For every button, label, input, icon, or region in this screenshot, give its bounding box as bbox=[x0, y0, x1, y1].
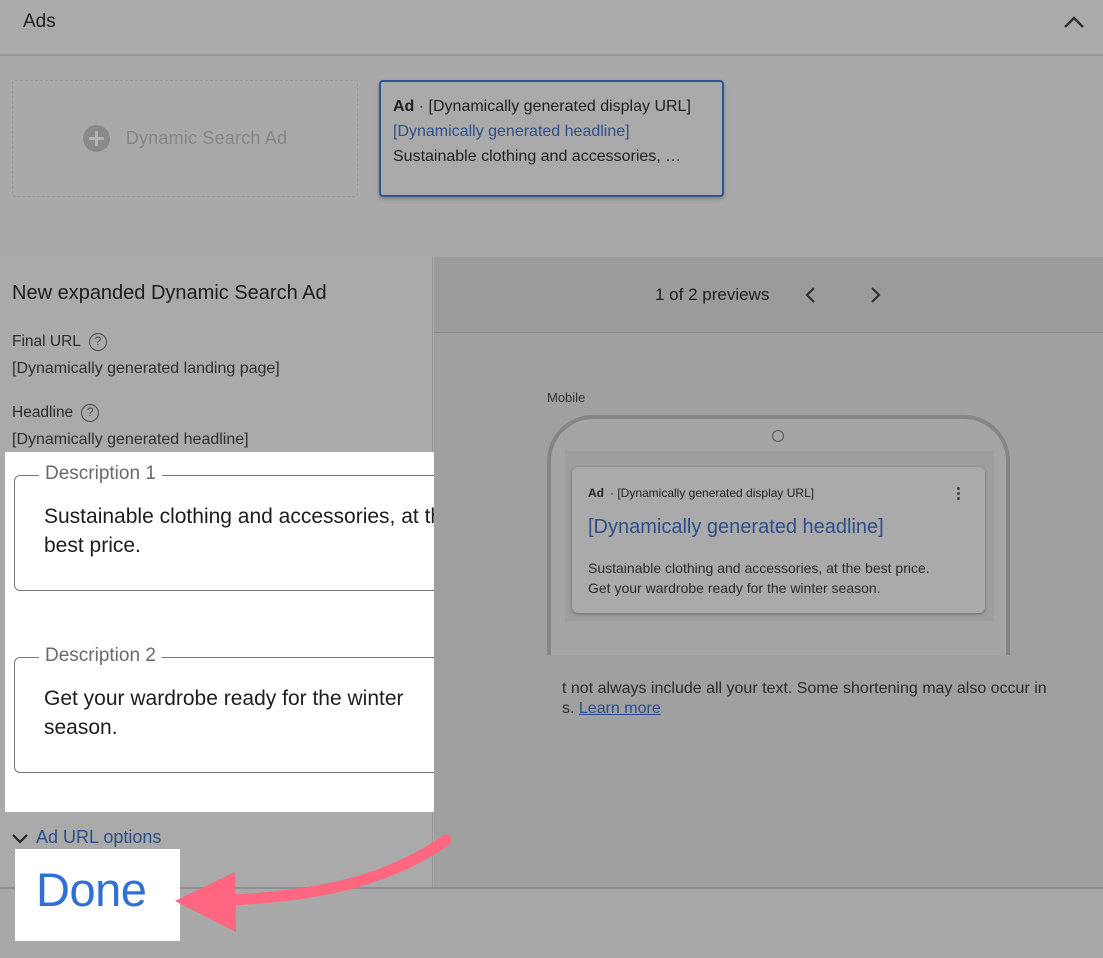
mobile-ad-badge: Ad bbox=[588, 486, 604, 500]
preview-notice: t not always include all your text. Some… bbox=[562, 679, 1047, 719]
ad-display-url: [Dynamically generated display URL] bbox=[428, 98, 691, 115]
editor-title: New expanded Dynamic Search Ad bbox=[12, 282, 327, 304]
ad-url-options-label: Ad URL options bbox=[36, 827, 162, 847]
help-icon[interactable]: ? bbox=[81, 404, 100, 422]
mobile-ad-preview: Ad · [Dynamically generated display URL] … bbox=[572, 467, 985, 613]
ads-section-header bbox=[0, 0, 1103, 56]
headline-label-row: Headline ? bbox=[12, 404, 100, 422]
section-title: Ads bbox=[23, 11, 56, 32]
device-label: Mobile bbox=[547, 390, 586, 405]
next-preview-button[interactable] bbox=[864, 284, 886, 306]
ad-card-url-line: Ad · [Dynamically generated display URL] bbox=[393, 94, 710, 119]
description-2-input[interactable]: Get your wardrobe ready for the winter s… bbox=[44, 684, 474, 742]
final-url-label: Final URL bbox=[12, 333, 81, 350]
description-2-label: Description 2 bbox=[39, 645, 162, 667]
mobile-ad-headline: [Dynamically generated headline] bbox=[588, 516, 884, 538]
mobile-ad-description-line-2: Get your wardrobe ready for the winter s… bbox=[588, 580, 881, 596]
final-url-label-row: Final URL ? bbox=[12, 333, 107, 351]
mobile-ad-description: Sustainable clothing and accessories, at… bbox=[588, 558, 930, 598]
description-1-input[interactable]: Sustainable clothing and accessories, at… bbox=[44, 502, 474, 560]
ad-card-description: Sustainable clothing and accessories, … bbox=[393, 148, 682, 165]
new-dynamic-search-ad-card[interactable]: Dynamic Search Ad bbox=[12, 80, 358, 197]
chevron-up-icon bbox=[1064, 16, 1084, 28]
mobile-ad-display-url: · [Dynamically generated display URL] bbox=[610, 486, 815, 500]
chevron-left-icon bbox=[805, 287, 815, 303]
chevron-right-icon bbox=[871, 287, 881, 303]
done-button[interactable]: Done bbox=[36, 862, 147, 917]
existing-ad-card[interactable]: Ad · [Dynamically generated display URL]… bbox=[379, 80, 724, 197]
add-circle-icon bbox=[82, 125, 110, 152]
notice-line-1: t not always include all your text. Some… bbox=[562, 680, 1047, 697]
ad-badge: Ad bbox=[393, 98, 415, 115]
ad-separator: · bbox=[414, 98, 429, 115]
headline-value: [Dynamically generated headline] bbox=[12, 431, 249, 448]
preview-count: 1 of 2 previews bbox=[655, 285, 770, 304]
collapse-button[interactable] bbox=[1058, 8, 1090, 36]
chevron-down-icon bbox=[12, 833, 28, 844]
notice-line-2-prefix: s. bbox=[562, 700, 579, 717]
notice-line-2: s. Learn more bbox=[562, 699, 1047, 719]
final-url-value: [Dynamically generated landing page] bbox=[12, 360, 280, 377]
headline-label: Headline bbox=[12, 404, 74, 421]
mobile-ad-description-line-1: Sustainable clothing and accessories, at… bbox=[588, 560, 930, 576]
ad-card-headline: [Dynamically generated headline] bbox=[393, 123, 630, 140]
description-1-label: Description 1 bbox=[39, 463, 162, 485]
help-icon[interactable]: ? bbox=[88, 333, 107, 351]
ad-url-options-toggle[interactable]: Ad URL options bbox=[10, 827, 161, 848]
new-ad-label: Dynamic Search Ad bbox=[125, 128, 288, 148]
phone-camera-icon bbox=[772, 430, 784, 442]
previous-preview-button[interactable] bbox=[800, 284, 822, 306]
more-options-icon[interactable] bbox=[952, 485, 964, 505]
mobile-ad-url-line: Ad · [Dynamically generated display URL] bbox=[588, 486, 814, 500]
learn-more-link[interactable]: Learn more bbox=[579, 700, 661, 717]
